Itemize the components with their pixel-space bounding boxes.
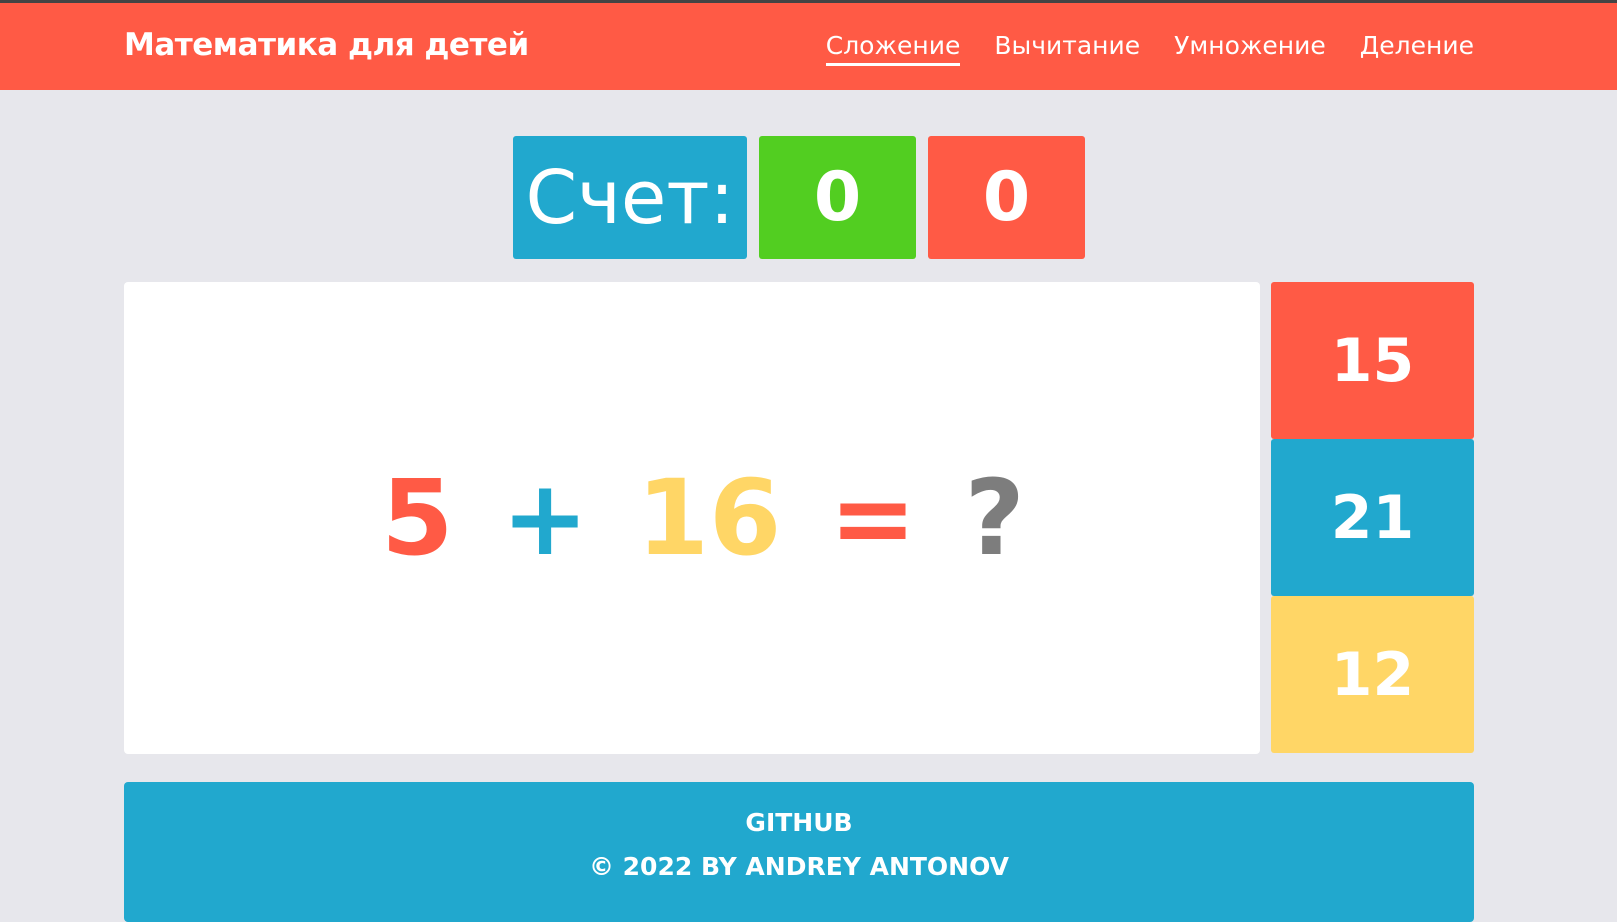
github-link[interactable]: GITHUB	[124, 808, 1474, 837]
equals-sign: =	[829, 457, 917, 579]
answer-option-button[interactable]: 15	[1271, 282, 1474, 439]
answer-option-button[interactable]: 12	[1271, 596, 1474, 753]
main-nav: Сложение Вычитание Умножение Деление	[825, 31, 1474, 66]
answer-option-button[interactable]: 21	[1271, 439, 1474, 596]
correct-count: 0	[759, 136, 916, 259]
math-expression: 5 + 16 = ?	[124, 282, 1260, 754]
score-label: Счет:	[513, 136, 747, 259]
first-operand: 5	[381, 457, 454, 579]
nav-item-multiplication[interactable]: Умножение	[1174, 31, 1326, 66]
second-operand: 16	[636, 457, 782, 579]
navbar: Математика для детей Сложение Вычитание …	[0, 3, 1617, 90]
footer: GITHUB © 2022 BY ANDREY ANTONOV	[124, 782, 1474, 922]
problem-panel: 5 + 16 = ?	[124, 282, 1260, 754]
nav-item-division[interactable]: Деление	[1360, 31, 1474, 66]
operator-sign: +	[501, 457, 589, 579]
copyright-text: © 2022 BY ANDREY ANTONOV	[588, 852, 1010, 881]
nav-item-subtraction[interactable]: Вычитание	[994, 31, 1140, 66]
unknown-result: ?	[964, 457, 1025, 579]
scoreboard: Счет: 0 0	[513, 136, 1085, 259]
wrong-count: 0	[928, 136, 1085, 259]
site-title[interactable]: Математика для детей	[124, 27, 529, 63]
answer-options: 15 21 12	[1271, 282, 1474, 753]
nav-item-addition[interactable]: Сложение	[825, 31, 961, 66]
